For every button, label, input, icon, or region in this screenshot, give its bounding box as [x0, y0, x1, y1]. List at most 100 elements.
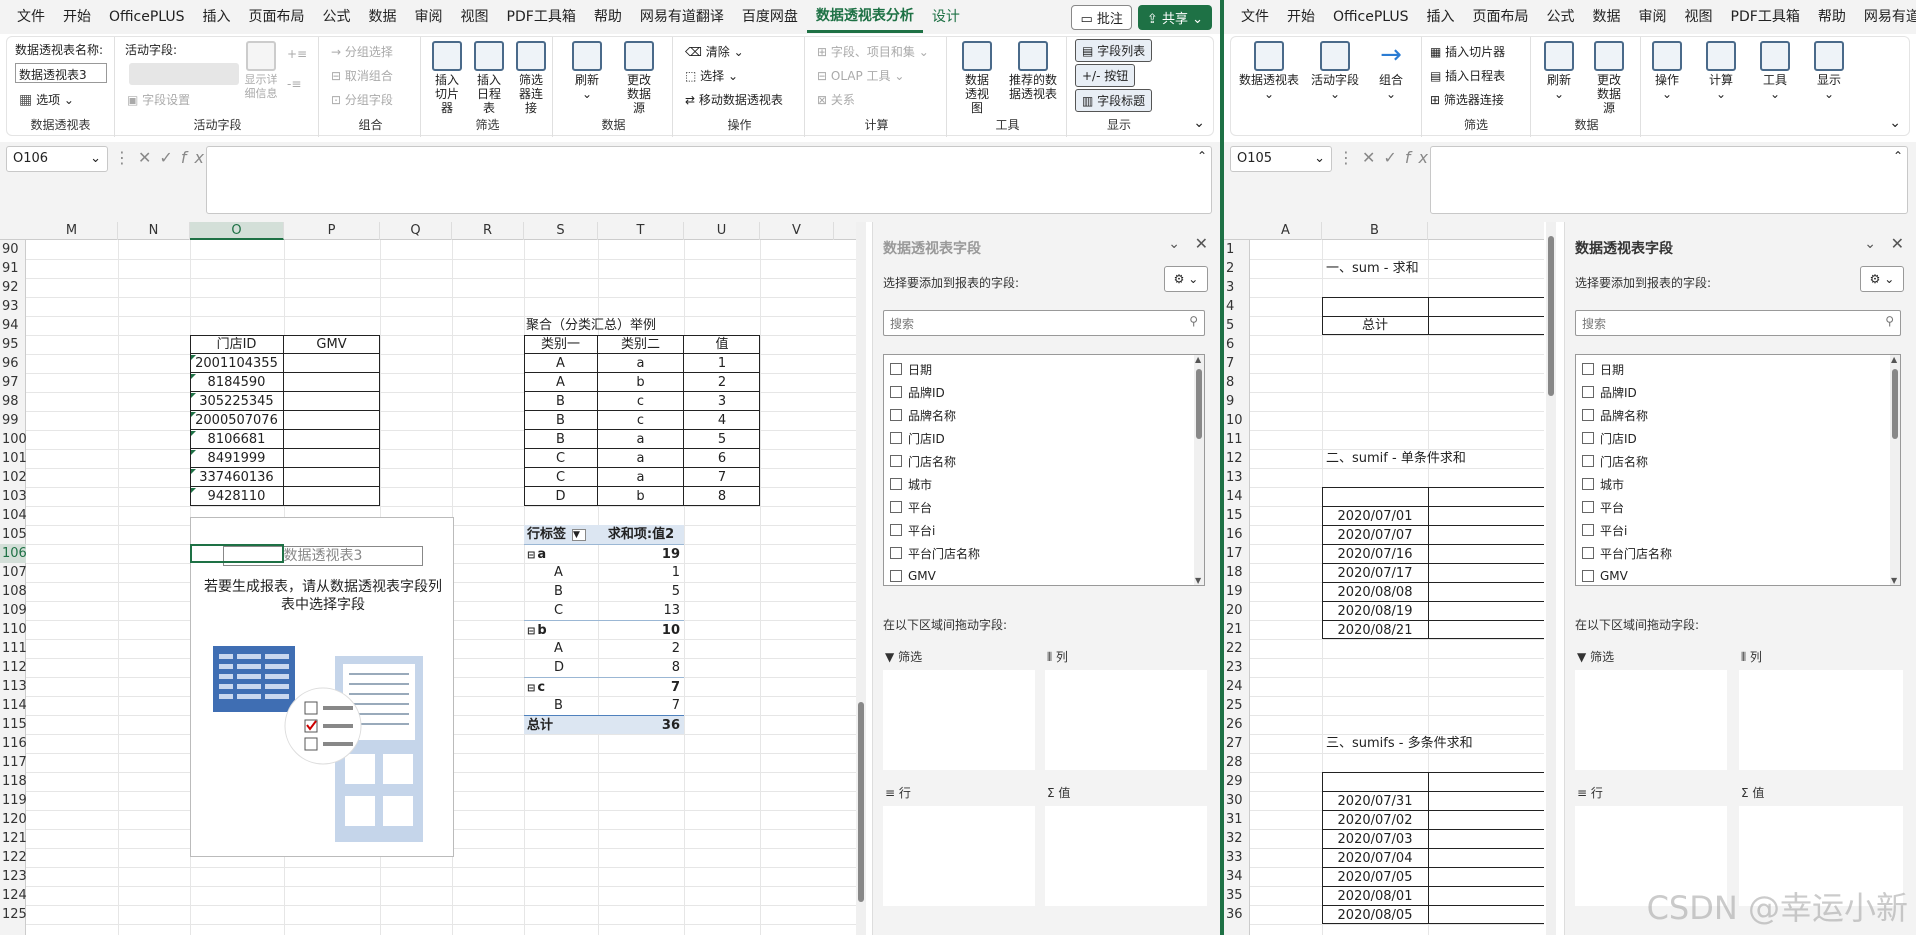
field-checkbox[interactable] — [1582, 409, 1594, 421]
menu-tab[interactable]: 帮助 — [1809, 0, 1855, 34]
menu-tab[interactable]: 页面布局 — [240, 0, 314, 34]
menu-tab[interactable]: 审阅 — [1630, 0, 1676, 34]
scroll-down-icon[interactable]: ▼ — [1195, 576, 1201, 585]
field-item[interactable]: 城市 — [1582, 474, 1624, 494]
field-item[interactable]: 平台 — [1582, 497, 1624, 517]
menu-tab[interactable]: 审阅 — [406, 0, 452, 34]
field-checkbox[interactable] — [1582, 570, 1594, 582]
field-item[interactable]: 品牌ID — [1582, 382, 1637, 402]
pivot-name-input[interactable]: 数据透视表3 — [15, 63, 107, 83]
row-header[interactable]: 113 — [0, 677, 27, 696]
filter-connections-button[interactable]: 筛选器连接 — [511, 41, 551, 115]
scroll-up-icon[interactable]: ▲ — [1891, 355, 1897, 364]
row-header[interactable]: 26 — [1224, 715, 1250, 734]
field-item[interactable]: GMV — [1582, 566, 1628, 586]
menu-tab[interactable]: 数据 — [1584, 0, 1630, 34]
collapse-icon[interactable]: ⊟ — [527, 683, 535, 694]
row-header[interactable]: 4 — [1224, 297, 1250, 316]
row-header[interactable]: 106 — [0, 544, 27, 563]
field-item[interactable]: 门店ID — [1582, 428, 1637, 448]
store-id-cell[interactable]: 9428110 — [190, 487, 284, 506]
field-checkbox[interactable] — [890, 455, 902, 467]
ungroup-button[interactable]: ⊟ 取消组合 — [331, 67, 393, 84]
olap-tools-button[interactable]: ⊟ OLAP 工具 ⌄ — [817, 67, 904, 84]
show-detail-button[interactable]: 显示详细信息 — [241, 41, 281, 101]
pivot-item-label[interactable]: B — [524, 696, 598, 715]
sheet-vertical-scrollbar[interactable] — [1546, 222, 1556, 935]
date-cell[interactable]: 2020/07/01 — [1322, 506, 1428, 525]
scrollbar-thumb[interactable] — [858, 702, 864, 902]
field-checkbox[interactable] — [1582, 501, 1594, 513]
cell-area[interactable]: 一、sum - 求和 总计 二、sumif - 单条件求和 2020/07/01 202… — [1250, 240, 1544, 935]
scroll-down-icon[interactable]: ▼ — [1891, 576, 1897, 585]
row-header[interactable]: 22 — [1224, 639, 1250, 658]
field-checkbox[interactable] — [1582, 455, 1594, 467]
refresh-button[interactable]: 刷新 ⌄ — [567, 41, 607, 101]
menu-tab[interactable]: 页面布局 — [1464, 0, 1538, 34]
row-header[interactable]: 105 — [0, 525, 27, 544]
pivot-group-label[interactable]: ⊟ a — [524, 544, 598, 563]
date-cell[interactable]: 2020/08/05 — [1322, 905, 1428, 924]
field-checkbox[interactable] — [890, 409, 902, 421]
row-header[interactable]: 15 — [1224, 506, 1250, 525]
row-header[interactable]: 20 — [1224, 601, 1250, 620]
field-item[interactable]: 门店名称 — [890, 451, 956, 471]
menu-tab[interactable]: 网易有道翻译 — [631, 0, 733, 34]
row-header[interactable]: 17 — [1224, 544, 1250, 563]
store-id-cell[interactable]: 8491999 — [190, 449, 284, 468]
collapse-field-icon[interactable]: -≡ — [287, 77, 301, 91]
menu-tab[interactable]: 数据透视表分析 — [806, 2, 923, 33]
gmv-cell[interactable] — [284, 468, 380, 487]
row-header[interactable]: 21 — [1224, 620, 1250, 639]
row-header[interactable]: 124 — [0, 886, 27, 905]
row-header[interactable]: 25 — [1224, 696, 1250, 715]
column-header[interactable]: V — [760, 222, 834, 240]
row-header[interactable]: 111 — [0, 639, 27, 658]
menu-tab[interactable]: 文件 — [8, 0, 54, 34]
field-item[interactable]: 日期 — [1582, 359, 1624, 379]
row-header[interactable]: 33 — [1224, 848, 1250, 867]
field-item[interactable]: 品牌名称 — [890, 405, 956, 425]
menu-tab[interactable]: 文件 — [1232, 0, 1278, 34]
gmv-cell[interactable] — [284, 411, 380, 430]
name-box[interactable]: O105 ⌄ — [1230, 146, 1332, 172]
column-header[interactable]: B — [1322, 222, 1428, 240]
insert-slicer-button[interactable]: ▦ 插入切片器 — [1430, 43, 1505, 60]
buttons-toggle[interactable]: +/- 按钮 — [1075, 64, 1136, 87]
row-header[interactable]: 94 — [0, 316, 26, 335]
row-header[interactable]: 24 — [1224, 677, 1250, 696]
column-header[interactable]: Q — [380, 222, 452, 240]
pivot-item-label[interactable]: A — [524, 639, 598, 658]
row-header[interactable]: 6 — [1224, 335, 1250, 354]
comment-button[interactable]: ▭ 批注 — [1071, 4, 1132, 30]
date-cell[interactable]: 2020/08/21 — [1322, 620, 1428, 639]
date-cell[interactable]: 2020/08/19 — [1322, 601, 1428, 620]
row-header[interactable]: 14 — [1224, 487, 1250, 506]
agg-table-cell[interactable]: 8 — [684, 487, 760, 506]
row-header[interactable]: 110 — [0, 620, 27, 639]
recommended-pivot-button[interactable]: 推荐的数据透视表 — [1005, 41, 1061, 101]
field-checkbox[interactable] — [890, 524, 902, 536]
select-button[interactable]: ⬚ 选择 ⌄ — [685, 67, 738, 84]
agg-table-cell[interactable]: c — [598, 411, 684, 430]
agg-table-cell[interactable]: a — [598, 468, 684, 487]
filter-dropdown-icon[interactable]: ▼ — [572, 528, 587, 541]
collapse-formula-icon[interactable]: ⌃ — [1893, 149, 1903, 163]
collapse-icon[interactable]: ⊟ — [527, 550, 535, 561]
row-header[interactable]: 90 — [0, 240, 26, 259]
row-header[interactable]: 31 — [1224, 810, 1250, 829]
menu-tab[interactable]: PDF工具箱 — [1722, 0, 1809, 34]
row-header[interactable]: 108 — [0, 582, 27, 601]
field-item[interactable]: 门店名称 — [1582, 451, 1648, 471]
cancel-icon[interactable]: ✕ — [1362, 148, 1383, 167]
date-cell[interactable]: 2020/07/31 — [1322, 791, 1428, 810]
scrollbar-thumb[interactable] — [1892, 369, 1898, 439]
chevron-down-icon[interactable]: ⌄ — [1168, 236, 1180, 252]
field-item[interactable]: 城市 — [890, 474, 932, 494]
store-id-cell[interactable]: 337460136 — [190, 468, 284, 487]
group-selection-button[interactable]: → 分组选择 — [331, 43, 393, 60]
date-cell[interactable]: 2020/07/17 — [1322, 563, 1428, 582]
menu-tab[interactable]: 插入 — [1418, 0, 1464, 34]
menu-tab[interactable]: 百度网盘 — [733, 0, 807, 34]
row-header[interactable]: 115 — [0, 715, 27, 734]
